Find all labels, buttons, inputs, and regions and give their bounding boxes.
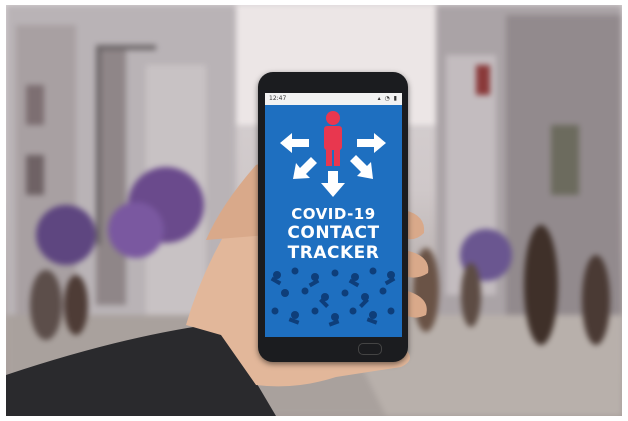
crowd-pattern-icon (270, 267, 396, 327)
status-time: 12:47 (269, 95, 287, 102)
status-bar: 12:47 ▴ ◔ ▮ (265, 93, 402, 105)
title-line-1: COVID-19 (291, 205, 376, 223)
title-line-3: TRACKER (287, 243, 380, 263)
phone-screen: 12:47 ▴ ◔ ▮ COVID-19 CONTACT TRACKER (265, 93, 402, 337)
person-icon (324, 111, 342, 166)
status-icons: ▴ ◔ ▮ (377, 95, 398, 102)
contact-tracing-illustration (280, 111, 386, 197)
title-line-2: CONTACT (287, 223, 380, 243)
home-button (358, 343, 382, 355)
